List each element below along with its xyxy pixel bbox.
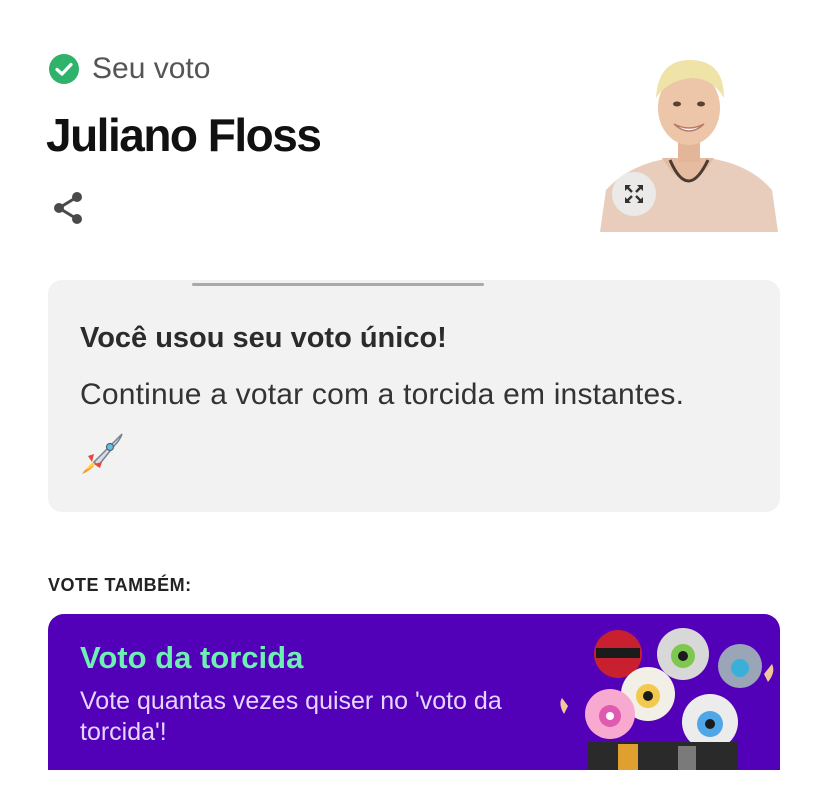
promo-description: Vote quantas vezes quiser no 'voto da to… <box>80 687 502 746</box>
fan-vote-promo-card[interactable]: Voto da torcida Vote quantas vezes quise… <box>48 614 780 770</box>
notice-title: Você usou seu voto único! <box>80 322 447 354</box>
check-circle-icon <box>49 54 79 84</box>
vote-status: Seu voto <box>48 52 210 86</box>
mascots-illustration <box>560 628 774 770</box>
share-icon[interactable] <box>48 188 88 228</box>
candidate-name: Juliano Floss <box>46 109 322 161</box>
promo-title: Voto da torcida <box>80 640 304 675</box>
expand-photo-button[interactable] <box>612 172 656 216</box>
notice-message: Continue a votar com a torcida em instan… <box>80 378 685 411</box>
vote-status-label: Seu voto <box>92 52 211 85</box>
vote-also-heading: VOTE TAMBÉM: <box>48 575 192 595</box>
expand-icon <box>625 185 643 203</box>
drag-handle[interactable] <box>192 283 484 286</box>
rocket-icon <box>82 433 123 474</box>
